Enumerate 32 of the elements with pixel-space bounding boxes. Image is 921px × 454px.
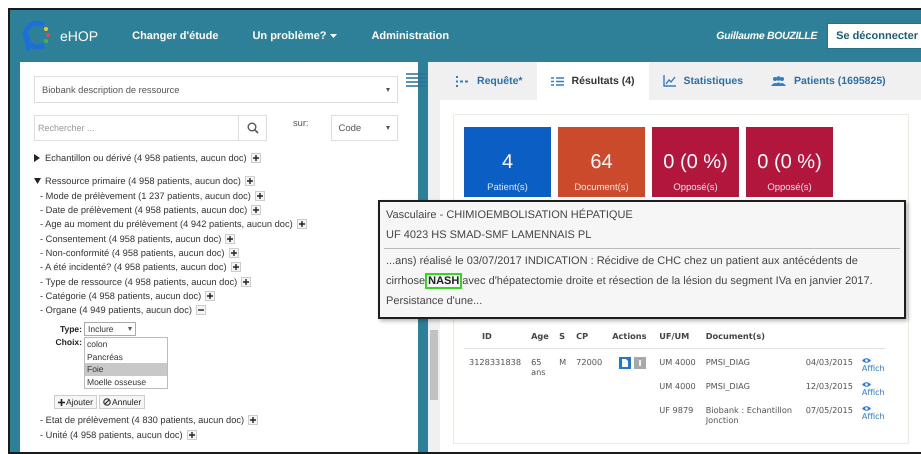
table-cell-text: Biobank : Echantillon Jonction xyxy=(704,404,794,427)
search-on-label: sur: xyxy=(293,118,308,128)
column-header: ID xyxy=(464,331,526,348)
table-cell-text: PMSI_DIAG xyxy=(704,380,751,393)
stat-tile: 0 (0 %) Opposé(s) xyxy=(652,127,739,197)
column-header: CP xyxy=(571,331,608,348)
table-cell: UM 4000 xyxy=(654,348,701,373)
table-cell-text: UM 4000 xyxy=(658,380,697,393)
table-cell: 3128331838 xyxy=(464,348,526,428)
stat-tile: 64 Document(s) xyxy=(558,127,645,197)
table-cell-text: UF 9879 xyxy=(658,404,694,417)
choice-label: Choix: xyxy=(54,337,82,348)
table-cell: M xyxy=(554,348,572,428)
column-header: S xyxy=(554,331,572,348)
tooltip-title: Vasculaire - CHIMIOEMBOLISATION HÉPATIQUE xyxy=(385,208,634,223)
type-label: Type: xyxy=(58,324,82,334)
tooltip-subtitle: UF 4023 HS SMAD-SMF LAMENNAIS PL xyxy=(385,228,592,243)
column-header: Age xyxy=(526,331,554,348)
stat-tile: 4 Patient(s) xyxy=(464,127,551,197)
table-cell: 65 ans xyxy=(526,348,554,428)
table-cell-text: 07/05/2015 xyxy=(804,404,854,417)
column-header: Document(s) xyxy=(700,331,885,348)
table-cell-text: 12/03/2015 xyxy=(804,380,854,393)
table-cell: 72000 xyxy=(571,348,608,428)
column-header: UF/UM xyxy=(654,331,701,348)
highlighted-term: NASH xyxy=(425,273,462,289)
table-cell: PMSI_DIAG xyxy=(700,348,801,373)
user-name: Guillaume BOUZILLE xyxy=(716,30,818,42)
tooltip-excerpt: ...ans) réalisé le 03/07/2017 INDICATION : Récidive de CHC chez un patient aux antécédents de cirrhose NASH avec d'hépatectomie droite et résection de la lésion du segment IVa en janvier 2017. Persistance d'une... xyxy=(386,255,873,307)
stat-tile: 0 (0 %) Opposé(s) xyxy=(746,127,833,197)
column-header: Actions xyxy=(607,331,654,348)
table-cell: 04/03/2015 xyxy=(800,348,858,373)
